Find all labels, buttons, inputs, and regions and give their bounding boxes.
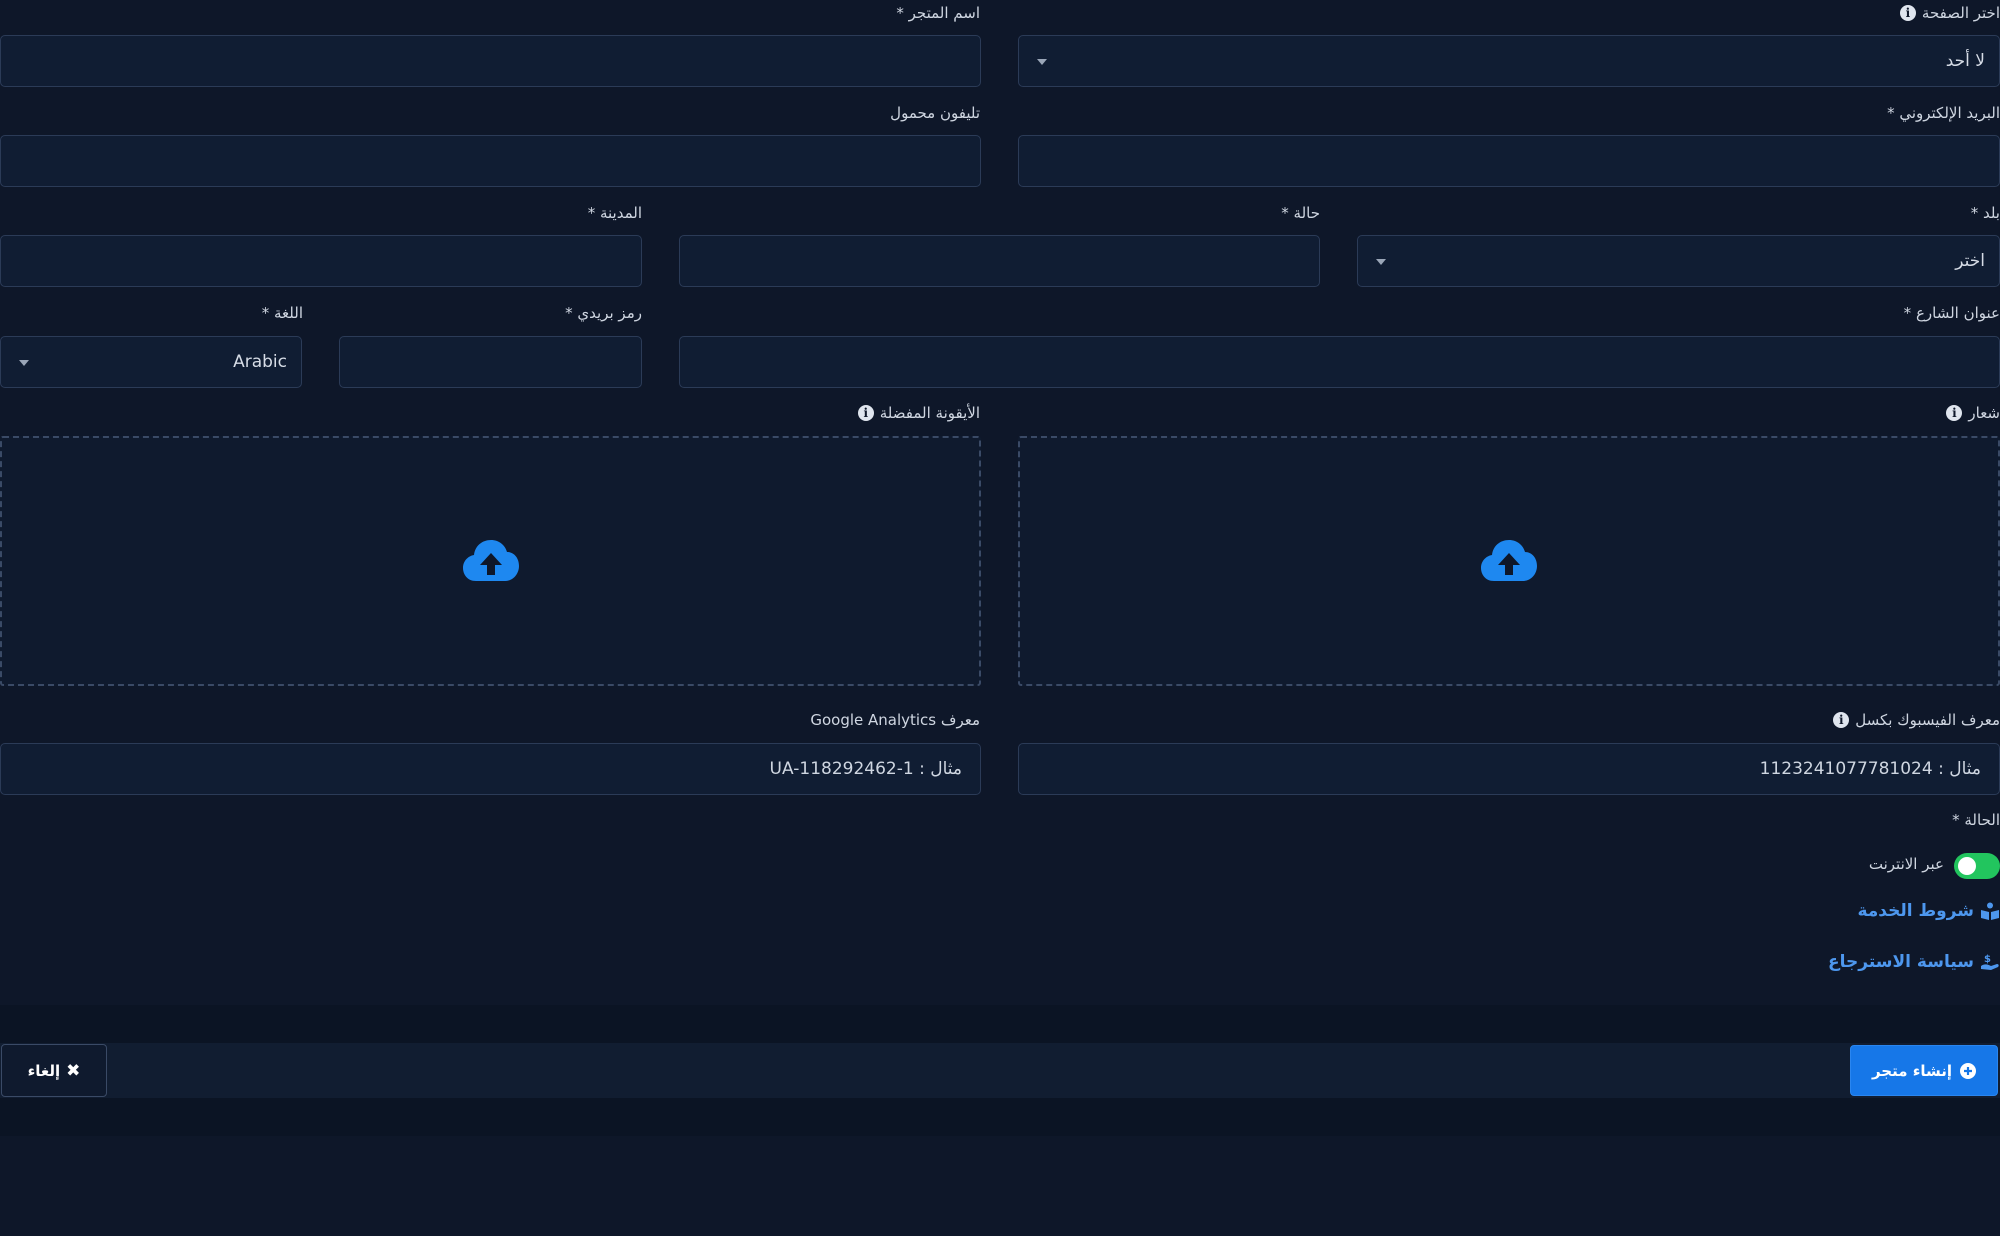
city-input[interactable]	[1, 236, 641, 286]
language-label: اللغة *	[261, 304, 303, 322]
state-field[interactable]	[679, 235, 1320, 287]
google-analytics-field[interactable]	[0, 743, 981, 795]
country-dropdown[interactable]: اختر	[1357, 235, 2000, 287]
postal-code-field[interactable]	[339, 336, 642, 388]
city-field[interactable]	[0, 235, 642, 287]
postal-code-label: رمز بريدي *	[565, 304, 642, 322]
street-address-input[interactable]	[680, 337, 1999, 387]
create-store-button[interactable]: إنشاء متجر	[1850, 1045, 1998, 1096]
street-address-field[interactable]	[679, 336, 2000, 388]
cancel-button[interactable]: ✖ إلغاء	[1, 1044, 107, 1097]
chevron-down-icon	[1376, 259, 1386, 265]
facebook-pixel-label: معرف الفيسبوك بكسل i	[1833, 711, 2000, 729]
logo-label: شعار i	[1946, 404, 2000, 422]
select-page-label: اختر الصفحة i	[1899, 4, 2000, 22]
section-divider	[0, 1005, 2000, 1043]
cloud-upload-icon	[462, 540, 519, 581]
store-name-field[interactable]	[0, 35, 981, 87]
postal-code-input[interactable]	[340, 337, 641, 387]
plus-circle-icon	[1960, 1062, 1977, 1079]
facebook-pixel-input[interactable]	[1019, 744, 1999, 794]
section-divider	[0, 1098, 2000, 1136]
store-name-input[interactable]	[1, 36, 980, 86]
country-label: بلد *	[1970, 204, 2000, 222]
chevron-down-icon	[1037, 59, 1047, 65]
chevron-down-icon	[19, 360, 29, 366]
select-page-value: لا أحد	[1945, 51, 1985, 71]
mobile-phone-input[interactable]	[1, 136, 980, 186]
google-analytics-input[interactable]	[1, 744, 980, 794]
status-label: الحالة *	[1952, 811, 2000, 829]
email-input[interactable]	[1019, 136, 1999, 186]
city-label: المدينة *	[587, 204, 642, 222]
mobile-phone-label: تليفون محمول	[890, 104, 980, 122]
language-dropdown[interactable]: Arabic	[0, 336, 302, 388]
refund-policy-link[interactable]: $ سياسة الاسترجاع	[1828, 952, 2000, 972]
store-name-label: اسم المتجر *	[896, 4, 980, 22]
info-icon[interactable]: i	[857, 405, 874, 421]
google-analytics-label: معرف Google Analytics	[810, 711, 980, 729]
logo-dropzone[interactable]	[1018, 436, 2000, 686]
language-value: Arabic	[233, 352, 287, 372]
status-toggle[interactable]	[1954, 853, 2000, 879]
favicon-label: الأيقونة المفضلة i	[857, 404, 980, 422]
info-icon[interactable]: i	[1899, 5, 1916, 21]
info-icon[interactable]: i	[1946, 405, 1963, 421]
svg-text:$: $	[1984, 954, 1991, 965]
close-icon: ✖	[66, 1060, 81, 1081]
email-label: البريد الإلكتروني *	[1887, 104, 2000, 122]
hand-holding-dollar-icon: $	[1981, 954, 1999, 970]
email-field[interactable]	[1018, 135, 2000, 187]
toggle-knob	[1958, 857, 1976, 875]
status-toggle-label: عبر الانترنت	[1868, 855, 1944, 873]
terms-of-service-link[interactable]: شروط الخدمة	[1857, 901, 2000, 921]
create-store-form: اختر الصفحة i لا أحد اسم المتجر * البريد…	[0, 0, 2000, 1236]
country-value: اختر	[1955, 251, 1985, 271]
state-label: حالة *	[1281, 204, 1320, 222]
cloud-upload-icon	[1481, 540, 1537, 581]
select-page-dropdown[interactable]: لا أحد	[1018, 35, 2000, 87]
info-icon[interactable]: i	[1833, 712, 1850, 728]
favicon-dropzone[interactable]	[0, 436, 981, 686]
street-address-label: عنوان الشارع *	[1903, 304, 2000, 322]
footer-bar	[0, 1043, 2000, 1098]
book-reader-icon	[1981, 902, 1999, 920]
facebook-pixel-field[interactable]	[1018, 743, 2000, 795]
mobile-phone-field[interactable]	[0, 135, 981, 187]
state-input[interactable]	[680, 236, 1319, 286]
